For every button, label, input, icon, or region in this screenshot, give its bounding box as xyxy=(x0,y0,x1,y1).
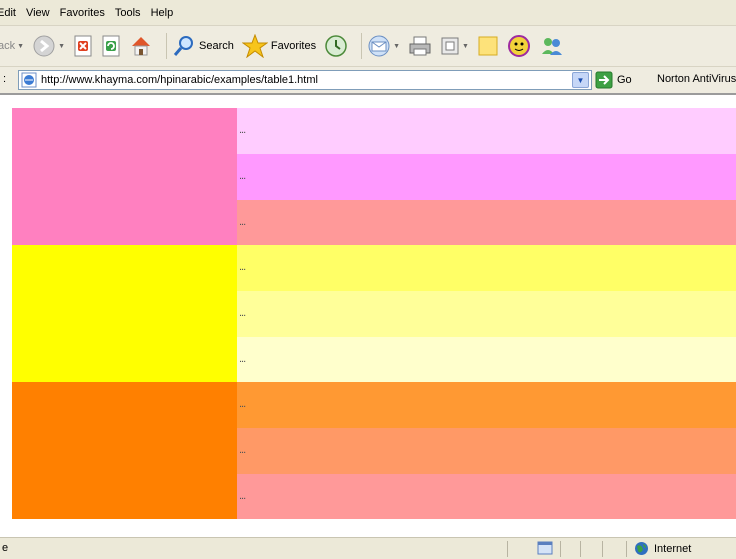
refresh-button[interactable] xyxy=(101,35,121,57)
table-row: ... xyxy=(237,108,736,154)
table-row: ... xyxy=(237,291,736,337)
edit-button[interactable]: ▼ xyxy=(440,36,469,56)
search-button[interactable]: Search xyxy=(172,34,234,58)
print-button[interactable] xyxy=(408,34,432,58)
row-text: ... xyxy=(239,261,246,273)
menu-tools[interactable]: Tools xyxy=(115,7,151,19)
row-text: ... xyxy=(239,444,246,456)
table-row: ... xyxy=(237,337,736,382)
address-url: http://www.khayma.com/hpinarabic/example… xyxy=(41,74,318,86)
forward-icon xyxy=(33,35,55,57)
address-bar: : http://www.khayma.com/hpinarabic/examp… xyxy=(0,67,736,95)
menu-edit[interactable]: Edit xyxy=(0,7,26,19)
globe-icon xyxy=(635,542,648,555)
table-row: ... xyxy=(237,154,736,200)
back-button[interactable]: ack ▼ xyxy=(0,40,24,52)
status-divider xyxy=(626,541,627,557)
mail-dropdown-icon[interactable]: ▼ xyxy=(393,43,400,50)
home-icon xyxy=(132,37,150,56)
forward-button[interactable]: ▼ xyxy=(32,34,65,58)
menu-view[interactable]: View xyxy=(26,7,60,19)
zone-label: Internet xyxy=(654,542,692,555)
go-label: Go xyxy=(617,74,632,86)
address-bar-grip: : xyxy=(3,73,7,85)
table-row: ... xyxy=(237,428,736,474)
history-icon xyxy=(325,35,347,57)
mail-icon xyxy=(368,35,390,57)
page-content: ... ... ... ... ... ... ... ... ... xyxy=(0,95,736,535)
table-row: ... xyxy=(237,382,736,428)
page-icon xyxy=(21,72,37,88)
search-label: Search xyxy=(199,40,234,52)
menu-favorites[interactable]: Favorites xyxy=(60,7,115,19)
favorites-button[interactable]: Favorites xyxy=(241,34,317,58)
row-text: ... xyxy=(239,216,246,228)
toolbar-separator xyxy=(361,33,363,59)
row-text: ... xyxy=(239,124,246,136)
toolbar: ack ▼ ▼ Search Favorites ▼ ▼ xyxy=(0,26,736,67)
discuss-button[interactable] xyxy=(477,35,499,57)
messenger-button[interactable] xyxy=(507,34,531,58)
stop-icon xyxy=(74,35,92,57)
row-text: ... xyxy=(239,170,246,182)
go-button[interactable]: Go xyxy=(595,71,632,89)
norton-antivirus-button[interactable]: Norton AntiVirus xyxy=(657,73,736,85)
mail-button[interactable]: ▼ xyxy=(367,35,400,57)
status-text: e xyxy=(2,542,9,554)
history-button[interactable] xyxy=(324,34,348,58)
note-icon xyxy=(478,36,498,56)
table-row: ... xyxy=(237,245,736,291)
row-text: ... xyxy=(239,307,246,319)
address-dropdown-icon[interactable]: ▼ xyxy=(572,72,589,88)
yahoo-messenger-icon xyxy=(507,35,530,57)
status-divider xyxy=(560,541,561,557)
contacts-button[interactable] xyxy=(539,34,565,58)
menu-help[interactable]: Help xyxy=(151,7,184,19)
internet-zone[interactable]: Internet xyxy=(634,541,691,556)
group-cell-orange xyxy=(12,382,237,519)
status-divider xyxy=(580,541,581,557)
status-divider xyxy=(602,541,603,557)
go-arrow-icon xyxy=(595,71,613,89)
group-cell-pink xyxy=(12,108,237,245)
stop-button[interactable] xyxy=(73,35,93,57)
status-bar: e Internet xyxy=(0,537,736,559)
home-button[interactable] xyxy=(129,34,153,58)
edit-dropdown-icon[interactable]: ▼ xyxy=(462,43,469,50)
menu-bar: Edit View Favorites Tools Help xyxy=(0,0,736,26)
back-label: ack xyxy=(0,40,16,52)
address-input[interactable]: http://www.khayma.com/hpinarabic/example… xyxy=(18,70,592,90)
forward-dropdown-icon[interactable]: ▼ xyxy=(58,43,65,50)
security-zone-icon xyxy=(537,541,553,555)
row-text: ... xyxy=(239,398,246,410)
favorites-star-icon xyxy=(241,34,268,58)
group-cell-yellow xyxy=(12,245,237,382)
favorites-label: Favorites xyxy=(270,40,317,52)
row-text: ... xyxy=(239,353,246,365)
print-icon xyxy=(409,36,431,56)
contacts-icon xyxy=(541,38,562,55)
status-divider xyxy=(507,541,508,557)
table-row: ... xyxy=(237,474,736,519)
back-dropdown-icon[interactable]: ▼ xyxy=(17,43,24,50)
toolbar-separator xyxy=(166,33,167,59)
row-text: ... xyxy=(239,490,246,502)
refresh-icon xyxy=(102,35,120,57)
edit-page-icon xyxy=(441,37,459,55)
search-icon xyxy=(173,36,193,56)
table-row: ... xyxy=(237,200,736,245)
